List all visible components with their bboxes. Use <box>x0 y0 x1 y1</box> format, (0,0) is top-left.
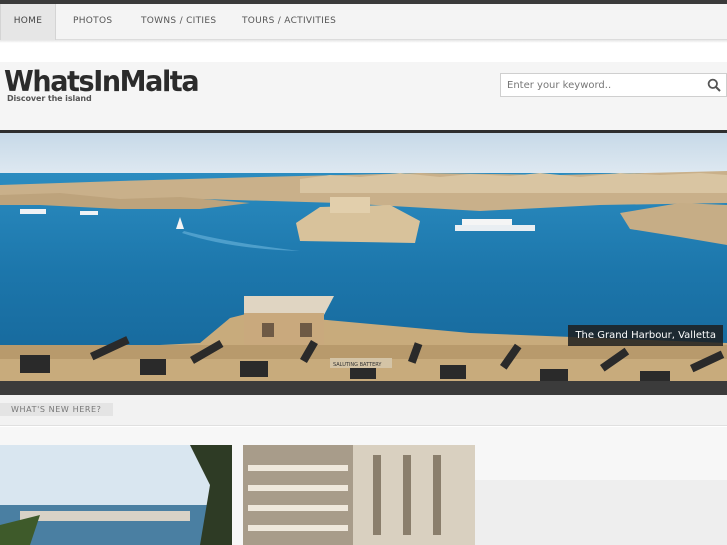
hero-caption: The Grand Harbour, Valletta <box>568 325 723 346</box>
article-thumbnail-1[interactable] <box>0 445 232 545</box>
nav-item-home[interactable]: HOME <box>0 4 56 40</box>
nav-item-tours-activities[interactable]: TOURS / ACTIVITIES <box>242 4 336 40</box>
section-title: WHAT'S NEW HERE? <box>0 403 113 416</box>
hero-sign-text: SALUTING BATTERY <box>333 362 382 368</box>
search-input[interactable] <box>501 74 701 96</box>
whats-new-bar: WHAT'S NEW HERE? <box>0 395 727 426</box>
hotel-photo <box>243 445 475 545</box>
article-thumbnail-2[interactable] <box>243 445 475 545</box>
seafront-photo <box>0 445 232 545</box>
search-box <box>500 73 727 97</box>
main-navigation: HOME PHOTOS TOWNS / CITIES TOURS / ACTIV… <box>0 4 727 40</box>
hero-slideshow[interactable]: SALUTING BATTERY <box>0 130 727 395</box>
site-tagline: Discover the island <box>7 94 92 103</box>
nav-item-photos[interactable]: PHOTOS <box>73 4 112 40</box>
content-area-shade <box>475 480 727 545</box>
search-icon[interactable] <box>707 78 721 92</box>
nav-item-towns-cities[interactable]: TOWNS / CITIES <box>141 4 216 40</box>
hero-photo: SALUTING BATTERY <box>0 133 727 395</box>
nav-shadow <box>0 40 727 43</box>
